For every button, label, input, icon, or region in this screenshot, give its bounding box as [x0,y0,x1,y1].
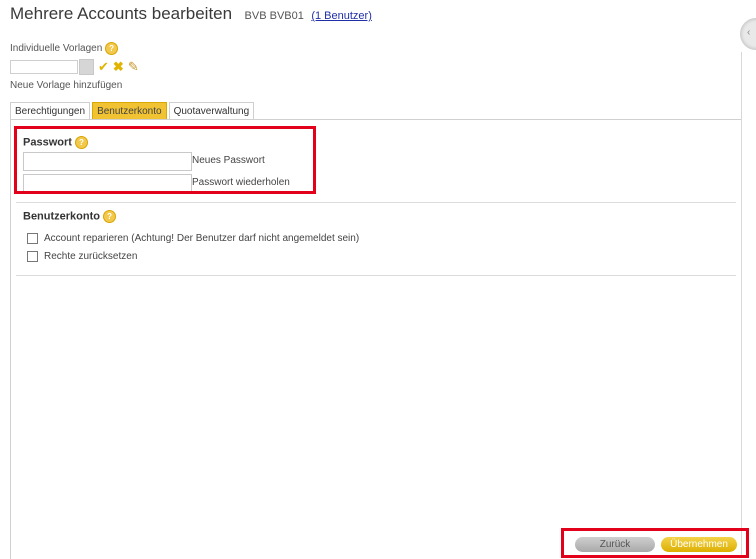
help-icon[interactable]: ? [74,136,88,149]
password-title-text: Passwort [23,136,72,149]
template-dropdown-button[interactable] [79,59,94,75]
pencil-icon[interactable]: ✎ [128,60,139,74]
page-title: Mehrere Accounts bearbeiten [10,4,233,23]
templates-controls: ✔ ✖ ✎ [10,59,139,75]
users-link[interactable]: (1 Benutzer) [311,10,372,22]
page-subtitle: BVB BVB01 [244,10,304,22]
help-icon[interactable]: ? [105,42,119,55]
template-select[interactable] [10,60,78,74]
repeat-password-label: Passwort wiederholen [192,177,290,188]
password-section-title: Passwort ? [23,136,88,149]
tab-berechtigungen[interactable]: Berechtigungen [10,102,91,120]
chevron-left-icon: ‹ [747,27,751,38]
account-title-text: Benutzerkonto [23,210,100,223]
side-panel-handle[interactable]: ‹ [740,18,756,50]
right-divider [741,52,742,558]
repair-account-label: Account reparieren (Achtung! Der Benutze… [44,233,360,244]
new-password-input[interactable] [23,152,192,171]
tab-bar: Berechtigungen Benutzerkonto Quotaverwal… [10,102,256,120]
templates-label: Individuelle Vorlagen [10,43,103,55]
reset-rights-option[interactable]: Rechte zurücksetzen [27,251,137,262]
add-template-link[interactable]: Neue Vorlage hinzufügen [10,80,122,91]
repair-account-option[interactable]: Account reparieren (Achtung! Der Benutze… [27,233,359,244]
help-icon[interactable]: ? [103,210,117,223]
new-password-label: Neues Passwort [192,155,265,166]
repair-account-checkbox[interactable] [27,233,38,244]
account-section-title: Benutzerkonto ? [23,210,117,223]
divider [16,275,736,276]
repeat-password-input[interactable] [23,174,192,193]
divider [16,202,736,203]
check-icon[interactable]: ✔ [98,60,109,74]
templates-label-row: Individuelle Vorlagen ? [10,42,119,55]
page-header: Mehrere Accounts bearbeiten BVB BVB01 (1… [10,4,372,24]
tab-quotaverwaltung[interactable]: Quotaverwaltung [168,102,255,120]
apply-button[interactable]: Übernehmen [661,537,737,552]
reset-rights-checkbox[interactable] [27,251,38,262]
back-button[interactable]: Zurück [575,537,655,552]
reset-rights-label: Rechte zurücksetzen [44,251,138,262]
delete-icon[interactable]: ✖ [113,60,124,74]
tab-benutzerkonto[interactable]: Benutzerkonto [92,102,167,120]
